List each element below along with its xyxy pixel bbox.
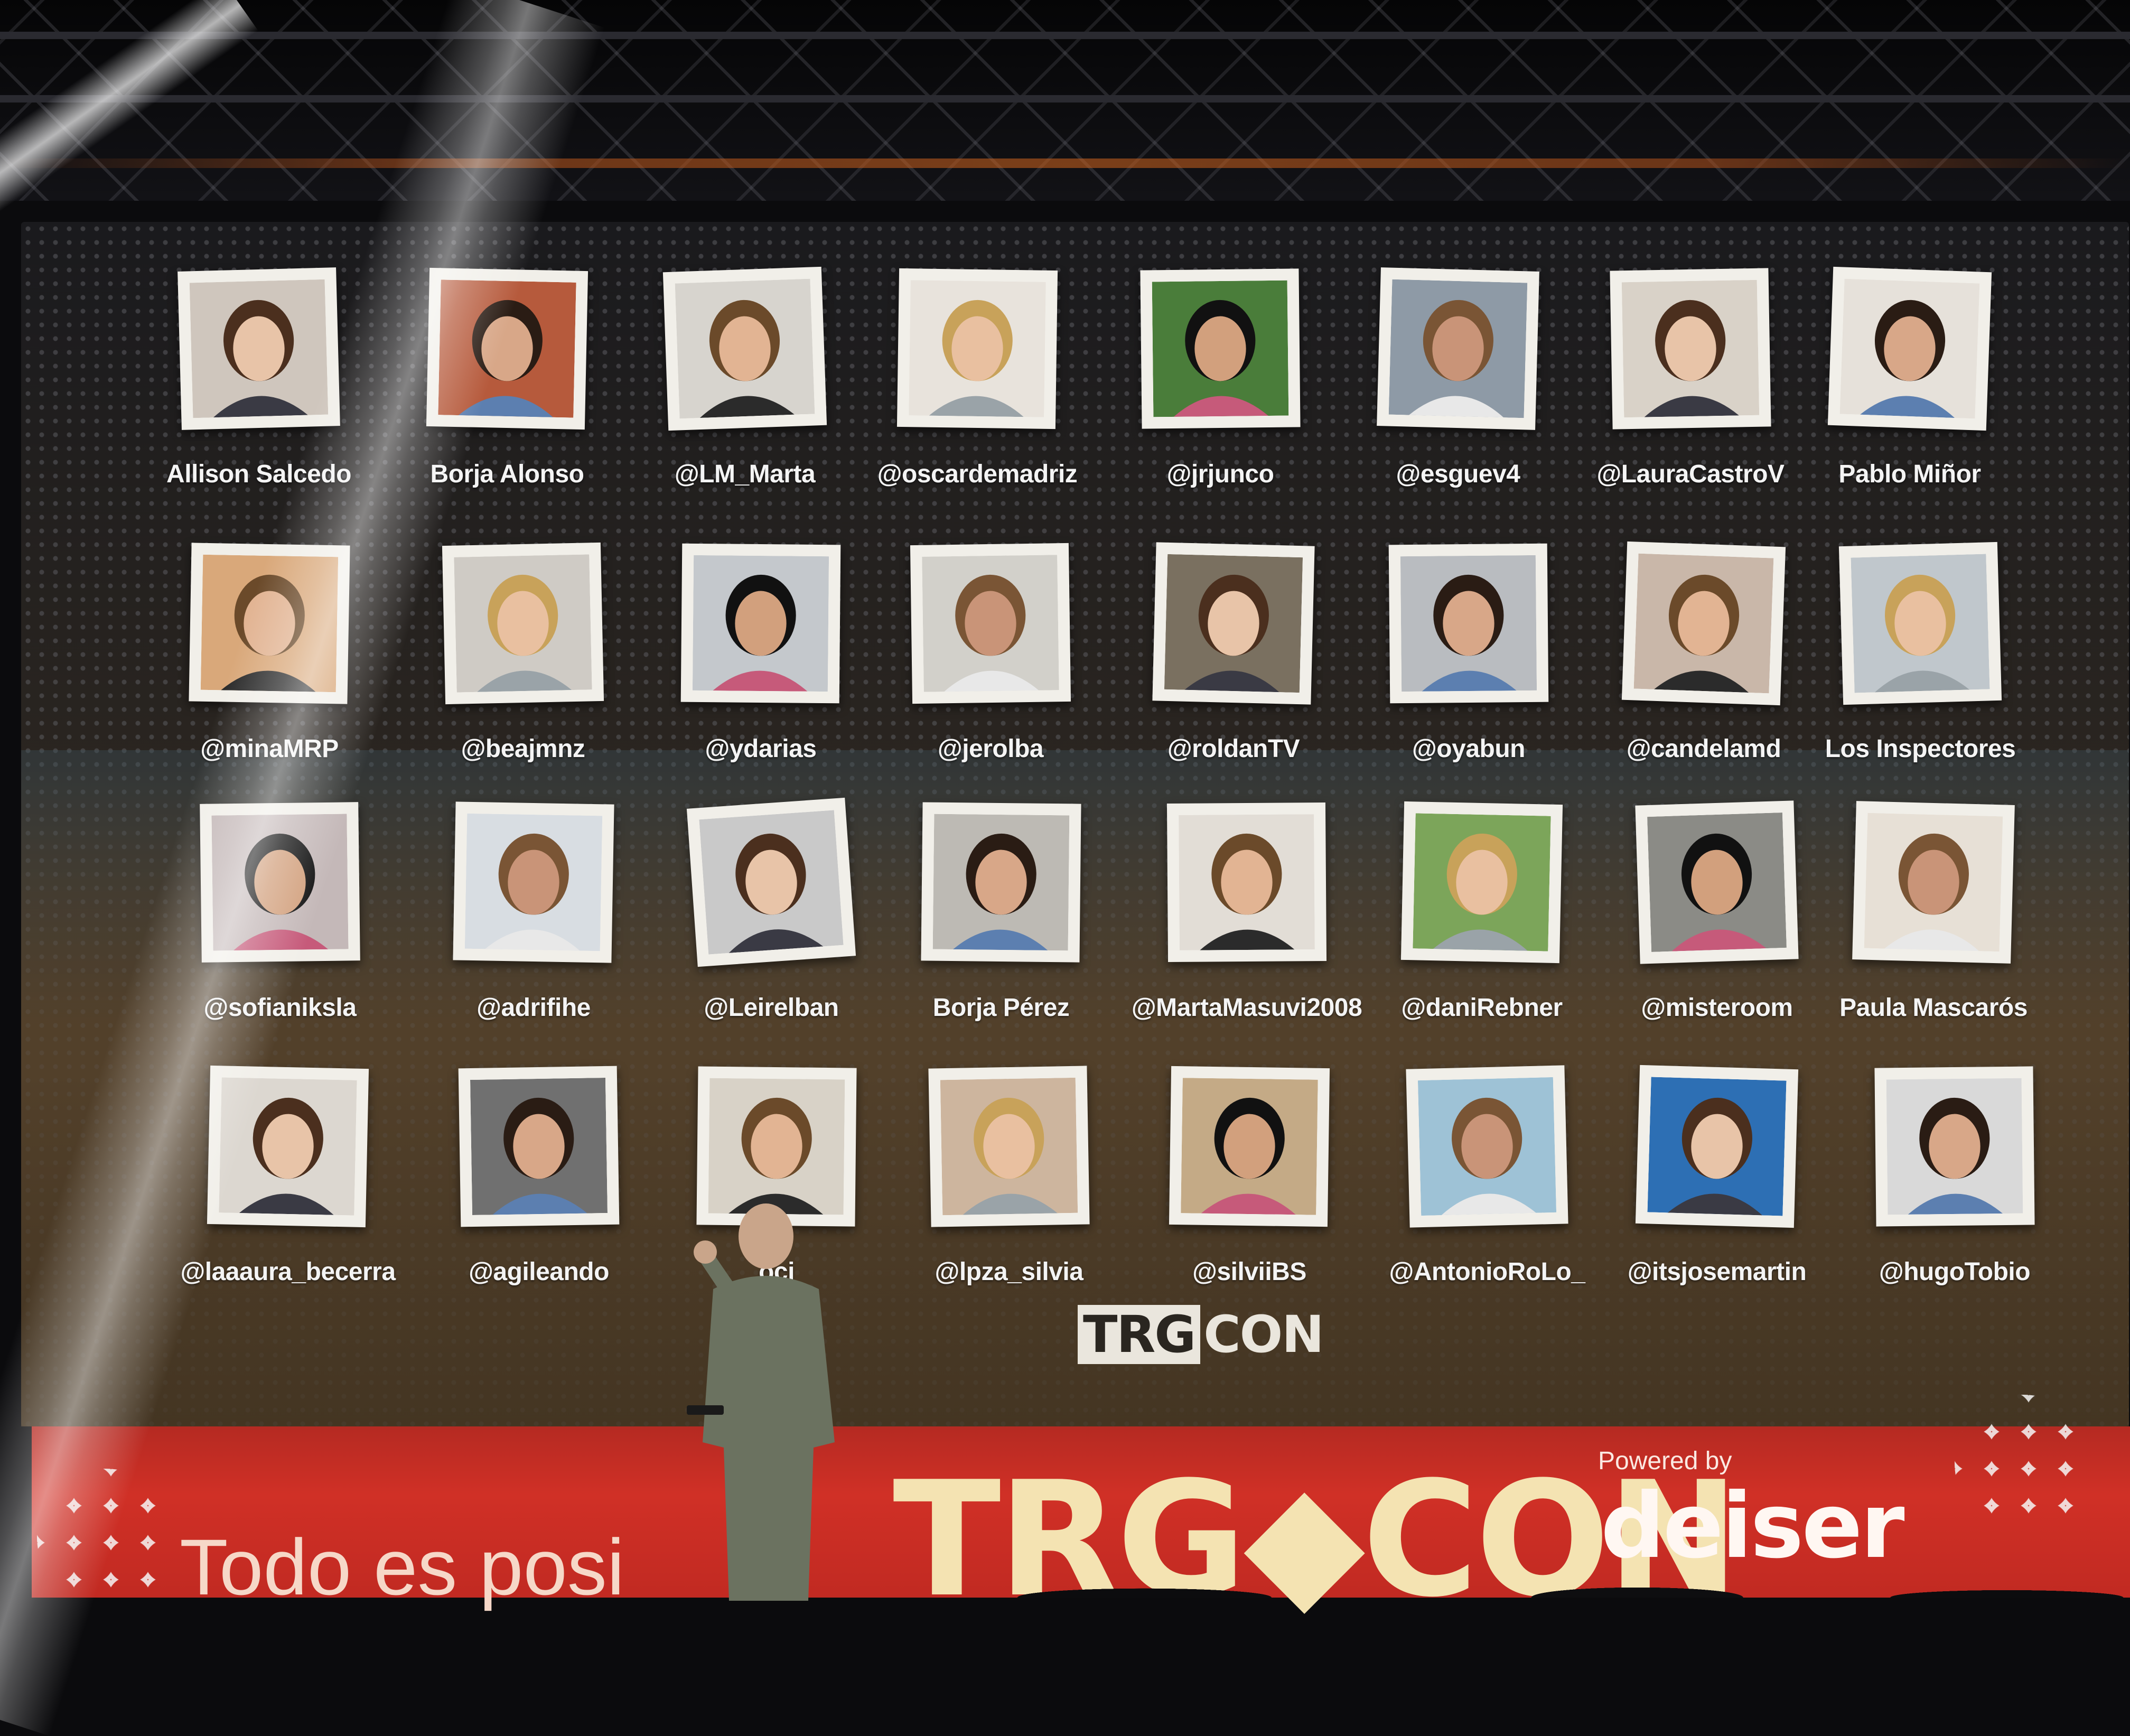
presenter-figure: [687, 1203, 835, 1601]
screen-logo-left: TRG: [1078, 1305, 1201, 1364]
speaker-photo: [1140, 268, 1301, 429]
truss-beam: [0, 95, 2130, 102]
speaker-name: @AntonioRoLo_: [1389, 1258, 1585, 1286]
speaker-photo: [178, 267, 340, 430]
ceiling-truss: [0, 0, 2130, 201]
banner-slogan: Todo es posi: [180, 1523, 625, 1611]
speaker-photo: [458, 1066, 620, 1227]
speaker-photo: [200, 802, 360, 963]
speaker-name: @oscardemadriz: [877, 460, 1078, 488]
speaker-photo: [1635, 800, 1799, 964]
speaker-name: @jerolba: [937, 735, 1044, 763]
speaker-photo: [207, 1065, 369, 1228]
speaker-photo: [1838, 542, 2002, 705]
stage-light-strip: [0, 158, 2130, 168]
speaker-photo: [1621, 541, 1786, 706]
speaker-name: @sofianiksla: [203, 994, 357, 1022]
speaker-name: @Leirelban: [704, 994, 839, 1022]
speaker-photo: [910, 543, 1071, 704]
speaker-name: @candelamd: [1626, 735, 1781, 763]
speaker-photo: [1610, 268, 1771, 430]
speaker-photo: [1166, 802, 1327, 963]
octopus-decoration: [37, 1469, 174, 1606]
audience-heads: [898, 1527, 2130, 1598]
speaker-name: @lpza_silvia: [935, 1258, 1083, 1286]
speaker-name: @hugoTobio: [1879, 1258, 2031, 1286]
truss-beam: [0, 32, 2130, 39]
speaker-photo: [680, 543, 841, 704]
octopus-decoration: [1955, 1395, 2092, 1532]
speaker-name: Borja Pérez: [932, 994, 1070, 1022]
speaker-photo: [896, 268, 1058, 430]
speaker-name: Los Inspectores: [1825, 735, 2016, 763]
speaker-name: @jrjunco: [1166, 460, 1274, 488]
speaker-name: @adrifihe: [477, 994, 591, 1022]
speaker-photo: [1406, 1065, 1568, 1228]
speaker-photo: [1388, 543, 1549, 704]
screen-logo: TRG CON: [1078, 1305, 1324, 1364]
speaker-name: Borja Alonso: [430, 460, 584, 488]
speaker-photo: [921, 802, 1081, 963]
speaker-name: @laaaura_becerra: [180, 1258, 396, 1286]
speaker-name: @roldanTV: [1167, 735, 1300, 763]
speaker-name: @silviiBS: [1192, 1258, 1306, 1286]
speaker-name: Pablo Miñor: [1838, 460, 1981, 488]
powered-by-label: Powered by: [1598, 1447, 1732, 1475]
speaker-name: @itsjosemartin: [1627, 1258, 1807, 1286]
speaker-name: @LauraCastroV: [1596, 460, 1785, 488]
speaker-photo: [686, 797, 856, 967]
speaker-photo: [189, 543, 350, 704]
speaker-name: Allison Salcedo: [166, 460, 351, 488]
speaker-photo: [1635, 1065, 1799, 1228]
speaker-name: @agileando: [469, 1258, 609, 1286]
speaker-photo: [1377, 267, 1539, 430]
speaker-name: @ydarias: [705, 735, 817, 763]
speaker-name: @esguev4: [1396, 460, 1520, 488]
speaker-photo: [1874, 1066, 2035, 1227]
speaker-photo: [453, 801, 614, 963]
speaker-photo: [1827, 266, 1992, 431]
speaker-photo: [662, 266, 827, 431]
speaker-photo: [928, 1066, 1090, 1227]
speaker-name: Paula Mascarós: [1839, 994, 2028, 1022]
speaker-name: @MartaMasuvi2008: [1131, 994, 1362, 1022]
speaker-photo: [442, 542, 604, 705]
speaker-name: @LM_Marta: [674, 460, 816, 488]
speaker-name: @misteroom: [1641, 994, 1793, 1022]
speaker-photo: [1152, 542, 1315, 705]
speaker-photo: [426, 267, 588, 430]
speaker-photo: [1400, 801, 1563, 964]
speaker-name: @daniRebner: [1401, 994, 1563, 1022]
speaker-name: @beajmnz: [461, 735, 585, 763]
speaker-photo: [1852, 801, 2015, 964]
speaker-name: @oyabun: [1412, 735, 1525, 763]
screen-logo-right: CON: [1203, 1305, 1324, 1364]
speaker-name: @minaMRP: [200, 735, 339, 763]
speaker-photo: [1169, 1066, 1330, 1227]
